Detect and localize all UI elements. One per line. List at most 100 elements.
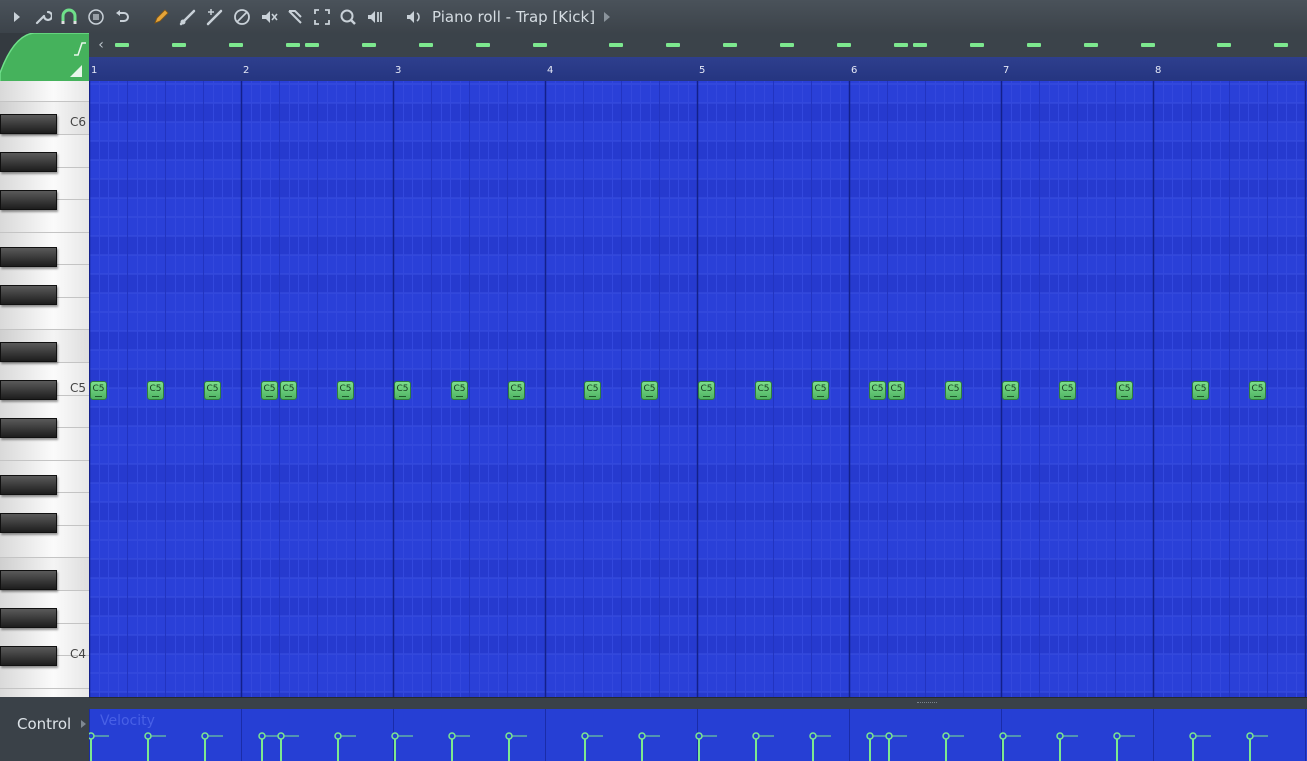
midi-note[interactable]: C5: [945, 381, 962, 400]
black-key[interactable]: [0, 570, 57, 590]
black-key[interactable]: [0, 646, 57, 666]
event-marker: [894, 43, 908, 47]
zoom-icon[interactable]: [338, 7, 358, 27]
bar-number: 2: [243, 65, 250, 76]
window-title[interactable]: Piano roll - Trap [Kick]: [432, 7, 595, 27]
control-arrow-icon[interactable]: [81, 720, 86, 728]
speaker-icon[interactable]: [403, 7, 423, 27]
midi-note[interactable]: C5: [641, 381, 658, 400]
paint-brush-icon[interactable]: [177, 7, 197, 27]
velocity-bar[interactable]: [448, 732, 470, 761]
velocity-bar[interactable]: [144, 732, 166, 761]
black-key[interactable]: [0, 114, 57, 134]
piano-keyboard[interactable]: C6 C5 C4: [0, 81, 89, 697]
midi-note[interactable]: C5: [508, 381, 525, 400]
midi-note[interactable]: C5: [280, 381, 297, 400]
black-key[interactable]: [0, 608, 57, 628]
midi-note[interactable]: C5: [698, 381, 715, 400]
white-key[interactable]: [0, 81, 89, 103]
event-marker: [1274, 43, 1288, 47]
splitter-grip-icon[interactable]: [917, 702, 937, 706]
black-key[interactable]: [0, 285, 57, 305]
timeline-ruler[interactable]: 1 2 3 4 5 6 7 8: [89, 57, 1307, 82]
midi-note[interactable]: C5: [90, 381, 107, 400]
velocity-bar[interactable]: [942, 732, 964, 761]
midi-note[interactable]: C5: [147, 381, 164, 400]
note-grid[interactable]: C5 C5 C5 C5 C5 C5 C5 C5 C5 C5 C5 C5 C5 C5 C5 C5 C5 C5 C5 C5…: [89, 81, 1307, 697]
white-key[interactable]: [0, 688, 89, 697]
midi-note[interactable]: C5: [451, 381, 468, 400]
control-label[interactable]: Control: [17, 715, 71, 733]
midi-note[interactable]: C5: [204, 381, 221, 400]
event-marker: [533, 43, 547, 47]
event-marker: [1027, 43, 1041, 47]
menu-circle-icon[interactable]: [86, 7, 106, 27]
velocity-bar[interactable]: [885, 732, 907, 761]
header-corner: [0, 33, 89, 81]
select-icon[interactable]: [312, 7, 332, 27]
velocity-bar[interactable]: [638, 732, 660, 761]
undo-icon[interactable]: [112, 7, 132, 27]
wrench-icon[interactable]: [33, 7, 53, 27]
velocity-bar[interactable]: [258, 732, 280, 761]
black-key[interactable]: [0, 152, 57, 172]
delete-icon[interactable]: [232, 7, 252, 27]
midi-note[interactable]: C5: [394, 381, 411, 400]
velocity-bar[interactable]: [581, 732, 603, 761]
velocity-bar[interactable]: [391, 732, 413, 761]
midi-note[interactable]: C5: [1116, 381, 1133, 400]
midi-note[interactable]: C5: [337, 381, 354, 400]
event-marker: [229, 43, 243, 47]
velocity-bar[interactable]: [809, 732, 831, 761]
event-marker: [837, 43, 851, 47]
velocity-bar[interactable]: [89, 732, 109, 761]
event-marker: [609, 43, 623, 47]
event-strip[interactable]: [89, 33, 1307, 57]
midi-note[interactable]: C5: [1249, 381, 1266, 400]
midi-note[interactable]: C5: [812, 381, 829, 400]
velocity-bar[interactable]: [505, 732, 527, 761]
midi-note[interactable]: C5: [584, 381, 601, 400]
velocity-lane[interactable]: Velocity: [89, 709, 1307, 761]
velocity-bar[interactable]: [1246, 732, 1268, 761]
paint-brush-plus-icon[interactable]: [204, 7, 224, 27]
event-marker: [723, 43, 737, 47]
black-key[interactable]: [0, 247, 57, 267]
black-key[interactable]: [0, 418, 57, 438]
velocity-bar[interactable]: [1189, 732, 1211, 761]
velocity-bar[interactable]: [1113, 732, 1135, 761]
black-key[interactable]: [0, 475, 57, 495]
velocity-bar[interactable]: [866, 732, 888, 761]
midi-note[interactable]: C5: [261, 381, 278, 400]
midi-note[interactable]: C5: [755, 381, 772, 400]
velocity-bar[interactable]: [752, 732, 774, 761]
menu-arrow-icon[interactable]: [7, 7, 27, 27]
midi-note[interactable]: C5: [1192, 381, 1209, 400]
mute-icon[interactable]: [259, 7, 279, 27]
magnet-icon[interactable]: [59, 7, 79, 27]
slice-icon[interactable]: [285, 7, 305, 27]
midi-note[interactable]: C5: [1059, 381, 1076, 400]
midi-note[interactable]: C5: [869, 381, 886, 400]
black-key[interactable]: [0, 380, 57, 400]
black-key[interactable]: [0, 513, 57, 533]
pencil-icon[interactable]: [151, 7, 171, 27]
event-marker: [115, 43, 129, 47]
black-key[interactable]: [0, 342, 57, 362]
playback-icon[interactable]: [365, 7, 385, 27]
midi-note[interactable]: C5: [1002, 381, 1019, 400]
title-menu-arrow-icon[interactable]: [604, 12, 610, 22]
velocity-bar[interactable]: [334, 732, 356, 761]
velocity-bar[interactable]: [999, 732, 1021, 761]
key-label: C6: [69, 115, 86, 129]
midi-note[interactable]: C5: [888, 381, 905, 400]
velocity-bars: [89, 709, 1306, 761]
velocity-bar[interactable]: [201, 732, 223, 761]
event-marker: [1217, 43, 1231, 47]
velocity-bar[interactable]: [695, 732, 717, 761]
scroll-left-icon[interactable]: ‹: [91, 35, 111, 55]
event-marker: [305, 43, 319, 47]
velocity-bar[interactable]: [1056, 732, 1078, 761]
black-key[interactable]: [0, 190, 57, 210]
velocity-bar[interactable]: [277, 732, 299, 761]
